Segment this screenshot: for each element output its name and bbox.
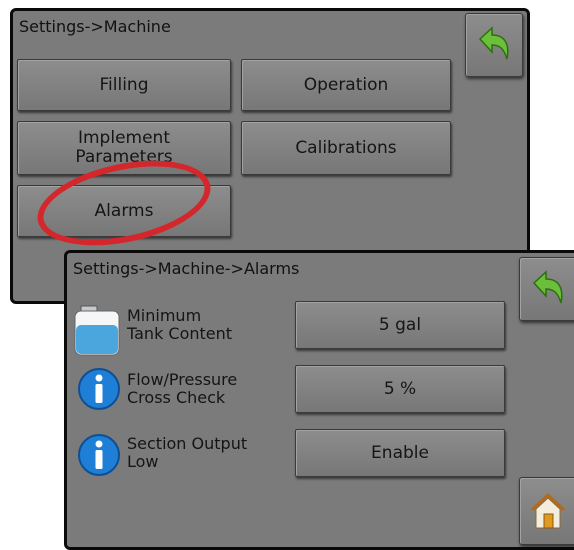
row-label: Flow/Pressure Cross Check: [127, 371, 237, 407]
home-button[interactable]: [519, 477, 574, 545]
value-label: 5 %: [383, 378, 417, 399]
implement-label-line1: Implement: [77, 128, 170, 148]
flow-pressure-cross-check-value-button[interactable]: 5 %: [295, 365, 505, 413]
home-icon: [530, 492, 566, 529]
row-label: Section Output Low: [127, 435, 247, 471]
section-output-low-value-button[interactable]: Enable: [295, 429, 505, 477]
info-icon: [78, 434, 120, 476]
minimum-tank-content-value-button[interactable]: 5 gal: [295, 301, 505, 349]
operation-button[interactable]: Operation: [241, 59, 451, 111]
tank-icon: [74, 305, 120, 356]
info-icon: [78, 368, 120, 410]
breadcrumb: Settings->Machine: [19, 17, 171, 36]
breadcrumb: Settings->Machine->Alarms: [73, 259, 300, 278]
back-arrow-icon: [532, 270, 563, 304]
alarms-settings-screen: Settings->Machine->Alarms Minimum Tank C…: [64, 250, 574, 550]
row-label: Minimum Tank Content: [127, 307, 232, 343]
operation-label: Operation: [303, 74, 389, 95]
back-button[interactable]: [519, 257, 574, 321]
back-arrow-icon: [478, 26, 509, 60]
calibrations-label: Calibrations: [295, 137, 397, 158]
row-label-line2: Low: [127, 452, 159, 471]
back-button[interactable]: [465, 13, 523, 77]
row-label-line1: Flow/Pressure: [127, 370, 238, 389]
row-label-line1: Minimum: [127, 306, 202, 325]
filling-button[interactable]: Filling: [17, 59, 231, 111]
value-label: 5 gal: [378, 314, 422, 335]
filling-label: Filling: [99, 74, 149, 95]
value-label: Enable: [371, 442, 429, 463]
row-label-line2: Cross Check: [127, 388, 226, 407]
calibrations-button[interactable]: Calibrations: [241, 121, 451, 175]
row-label-line2: Tank Content: [127, 324, 233, 343]
row-label-line1: Section Output: [127, 434, 248, 453]
